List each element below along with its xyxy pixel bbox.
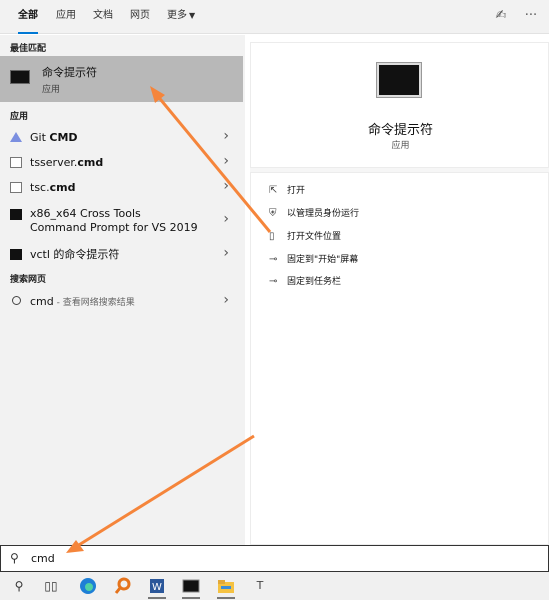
search-filter-tabs: 全部 应用 文档 网页 更多 ▼ ✍ ··· xyxy=(0,0,549,34)
chevron-right-icon[interactable]: › xyxy=(223,245,229,261)
list-item[interactable]: tsc.cmd › xyxy=(0,175,243,199)
terminal-icon xyxy=(10,70,30,84)
web-search-label: cmd - 查看网络搜索结果 xyxy=(30,295,135,308)
list-item-label: tsc.cmd xyxy=(30,181,76,194)
typora-icon[interactable]: T xyxy=(251,577,269,595)
chevron-right-icon[interactable]: › xyxy=(223,153,229,169)
tab-apps[interactable]: 应用 xyxy=(56,0,76,34)
chevron-right-icon[interactable]: › xyxy=(223,178,229,194)
action-pin-to-taskbar[interactable]: ⊸ 固定到任务栏 xyxy=(269,274,341,287)
search-app-icon[interactable] xyxy=(114,577,132,595)
section-best-match: 最佳匹配 xyxy=(10,44,47,54)
chevron-right-icon[interactable]: › xyxy=(223,292,229,308)
detail-title: 命令提示符 xyxy=(367,123,433,138)
terminal-icon[interactable] xyxy=(182,577,200,599)
chevron-right-icon[interactable]: › xyxy=(223,211,229,227)
open-icon: ⇱ xyxy=(269,185,278,196)
list-item[interactable]: Git CMD › xyxy=(0,125,243,149)
git-icon xyxy=(10,132,22,142)
section-web: 搜索网页 xyxy=(10,275,47,285)
best-match-title: 命令提示符 xyxy=(42,66,97,79)
feedback-icon[interactable]: ✍ xyxy=(492,8,510,23)
web-search-item[interactable]: cmd - 查看网络搜索结果 › xyxy=(0,289,243,313)
tab-more-label: 更多 xyxy=(167,10,187,21)
search-input[interactable]: cmd xyxy=(31,552,55,565)
results-pane: 最佳匹配 命令提示符 应用 应用 Git CMD › tsserver.cmd … xyxy=(0,35,245,545)
terminal-icon xyxy=(377,63,421,97)
list-item[interactable]: x86_x64 Cross Tools Command Prompt for V… xyxy=(0,202,243,240)
list-item-label: vctl 的命令提示符 xyxy=(30,248,120,261)
more-options-icon[interactable]: ··· xyxy=(522,8,540,23)
action-open-file-location[interactable]: ▯ 打开文件位置 xyxy=(269,229,341,242)
terminal-icon xyxy=(10,249,22,260)
task-view-icon[interactable]: ▯▯ xyxy=(42,577,60,595)
word-icon[interactable]: W xyxy=(148,577,166,599)
list-item[interactable]: tsserver.cmd › xyxy=(0,150,243,174)
app-preview-card: 命令提示符 应用 xyxy=(250,42,549,168)
action-pin-to-start[interactable]: ⊸ 固定到"开始"屏幕 xyxy=(269,252,358,265)
pin-icon: ⊸ xyxy=(269,254,278,265)
folder-location-icon: ▯ xyxy=(269,231,275,242)
list-item-label: x86_x64 Cross Tools Command Prompt for V… xyxy=(30,207,198,234)
edge-icon[interactable] xyxy=(79,577,97,595)
tab-web[interactable]: 网页 xyxy=(130,0,150,34)
file-icon xyxy=(10,157,22,168)
tab-more[interactable]: 更多 ▼ xyxy=(167,0,195,34)
best-match-item[interactable]: 命令提示符 应用 xyxy=(0,56,243,102)
list-item[interactable]: vctl 的命令提示符 › xyxy=(0,242,243,266)
best-match-subtitle: 应用 xyxy=(42,85,61,95)
actions-list: ⇱ 打开 ⛨ 以管理员身份运行 ▯ 打开文件位置 ⊸ 固定到"开始"屏幕 ⊸ 固定到任务栏 xyxy=(250,172,549,545)
tab-all[interactable]: 全部 xyxy=(18,0,38,34)
tab-documents[interactable]: 文档 xyxy=(93,0,113,34)
chevron-down-icon: ▼ xyxy=(189,11,196,20)
shield-icon: ⛨ xyxy=(269,208,277,219)
pin-icon: ⊸ xyxy=(269,276,278,287)
search-icon[interactable]: ⚲ xyxy=(10,577,28,595)
list-item-label: tsserver.cmd xyxy=(30,156,104,169)
action-run-as-admin[interactable]: ⛨ 以管理员身份运行 xyxy=(269,206,359,219)
chevron-right-icon[interactable]: › xyxy=(223,128,229,144)
search-icon: ⚲ xyxy=(10,551,19,565)
search-icon xyxy=(12,296,21,305)
file-icon xyxy=(10,182,22,193)
section-apps: 应用 xyxy=(10,112,29,122)
list-item-label: Git CMD xyxy=(30,131,78,144)
search-box[interactable]: ⚲ cmd xyxy=(0,545,549,572)
svg-text:W: W xyxy=(152,582,162,593)
detail-pane: 命令提示符 应用 ⇱ 打开 ⛨ 以管理员身份运行 ▯ 打开文件位置 ⊸ 固定到"开始"屏… xyxy=(250,42,549,545)
action-open[interactable]: ⇱ 打开 xyxy=(269,183,305,196)
file-explorer-icon[interactable] xyxy=(217,577,235,599)
taskbar: ⚲ ▯▯ W T xyxy=(0,572,549,600)
terminal-icon xyxy=(10,209,22,220)
detail-subtitle: 应用 xyxy=(391,141,410,151)
